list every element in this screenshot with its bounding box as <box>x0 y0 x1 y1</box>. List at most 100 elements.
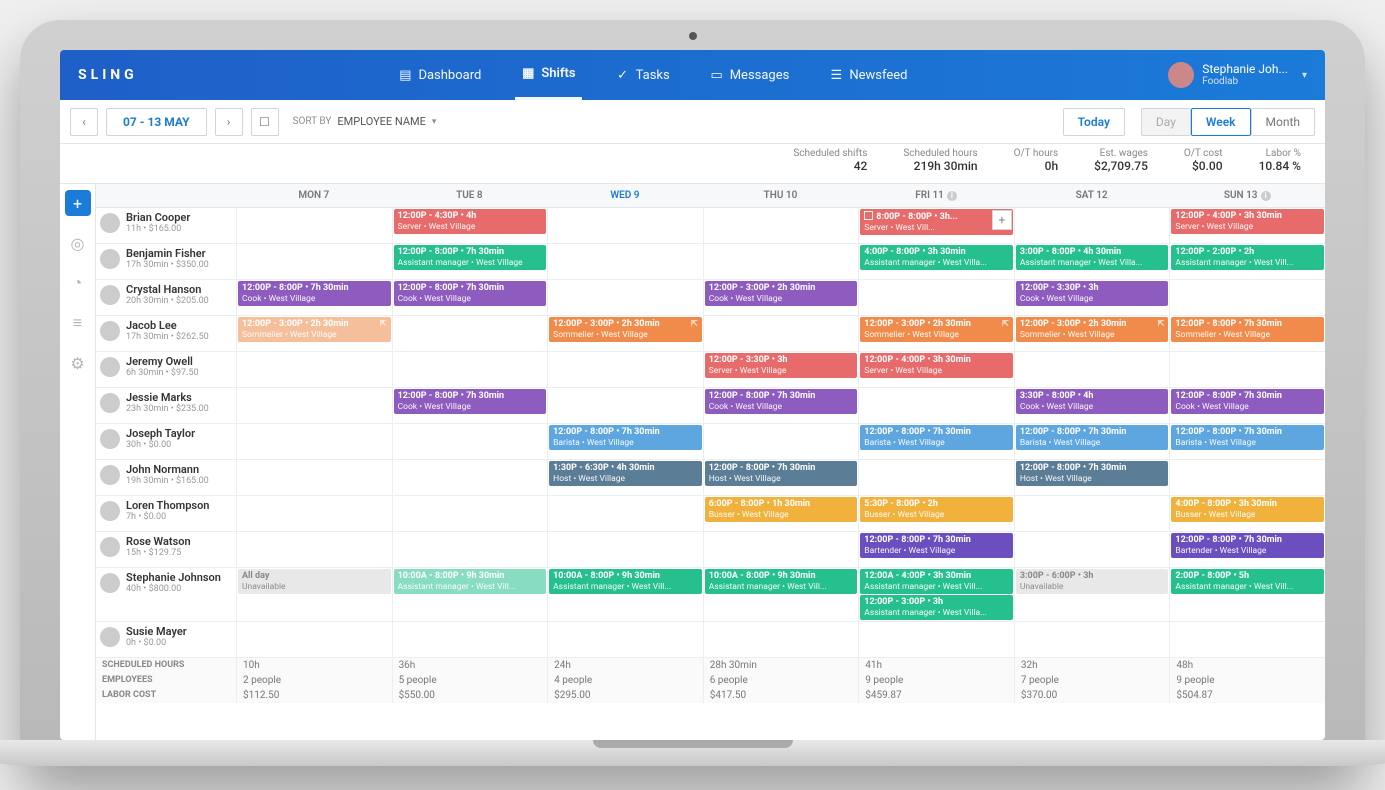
employee-info-cell[interactable]: Benjamin Fisher 17h 30min • $350.00 <box>96 244 236 279</box>
pin-icon-button[interactable]: ◎ <box>65 230 91 256</box>
employee-info-cell[interactable]: Susie Mayer 0h • $0.00 <box>96 622 236 657</box>
day-cell[interactable] <box>547 208 703 243</box>
shift-block[interactable]: 12:00P - 8:00P • 7h 30min Cook • West Vi… <box>705 389 858 414</box>
day-header-thu-10[interactable]: THU 10 <box>703 184 859 207</box>
day-cell[interactable] <box>236 622 392 657</box>
next-week-button[interactable]: › <box>215 108 243 136</box>
shift-block[interactable]: 12:00P - 8:00P • 7h 30min Bartender • We… <box>1171 533 1324 558</box>
day-cell[interactable] <box>547 244 703 279</box>
day-cell[interactable]: 12:00P - 8:00P • 7h 30min Barista • West… <box>858 424 1014 459</box>
employee-info-cell[interactable]: Brian Cooper 11h • $165.00 <box>96 208 236 243</box>
shift-block[interactable]: 12:00P - 8:00P • 7h 30min Host • West Vi… <box>1016 461 1169 486</box>
nav-item-shifts[interactable]: ▦Shifts <box>515 50 581 100</box>
date-range-button[interactable]: 07 - 13 MAY <box>106 108 207 136</box>
day-cell[interactable]: 12:00P - 3:30P • 3h Server • West Villag… <box>703 352 859 387</box>
day-cell[interactable] <box>703 244 859 279</box>
user-menu[interactable]: Stephanie Joh... Foodlab ▾ <box>1168 62 1307 88</box>
day-cell[interactable] <box>1169 622 1325 657</box>
day-cell[interactable]: 10:00A - 8:00P • 9h 30min Assistant mana… <box>547 568 703 621</box>
day-cell[interactable]: 12:00A - 4:00P • 3h 30min Assistant mana… <box>858 568 1014 621</box>
day-cell[interactable] <box>236 460 392 495</box>
day-cell[interactable] <box>1169 280 1325 315</box>
day-cell[interactable]: 12:00P - 8:00P • 7h 30min Cook • West Vi… <box>703 388 859 423</box>
day-cell[interactable] <box>1014 622 1170 657</box>
day-cell[interactable] <box>236 208 392 243</box>
employee-info-cell[interactable]: Jessie Marks 23h 30min • $235.00 <box>96 388 236 423</box>
add-shift-button[interactable]: + <box>992 210 1012 230</box>
day-cell[interactable]: 10:00A - 8:00P • 9h 30min Assistant mana… <box>703 568 859 621</box>
shift-block[interactable]: 10:00A - 8:00P • 9h 30min Assistant mana… <box>394 569 547 594</box>
shift-block[interactable]: 3:00P - 6:00P • 3h Unavailable <box>1016 569 1169 594</box>
day-cell[interactable]: 12:00P - 3:00P • 2h 30min Cook • West Vi… <box>703 280 859 315</box>
day-cell[interactable]: 1:30P - 6:30P • 4h 30min Host • West Vil… <box>547 460 703 495</box>
shift-block[interactable]: 12:00P - 8:00P • 7h 30min Cook • West Vi… <box>1171 389 1324 414</box>
day-header-sat-12[interactable]: SAT 12 <box>1014 184 1170 207</box>
settings-icon-button[interactable]: ⚙ <box>65 350 91 376</box>
shift-block[interactable]: 3:30P - 8:00P • 4h Cook • West Village <box>1016 389 1169 414</box>
day-cell[interactable]: 8:00P - 8:00P • 3h... Server • West Vill… <box>858 208 1014 243</box>
shift-block[interactable]: 12:00P - 3:00P • 2h 30min⇱ Sommelier • W… <box>238 317 391 342</box>
day-cell[interactable] <box>858 622 1014 657</box>
employee-info-cell[interactable]: Jeremy Owell 6h 30min • $97.50 <box>96 352 236 387</box>
shift-block[interactable]: All day Unavailable <box>238 569 391 594</box>
day-cell[interactable] <box>858 280 1014 315</box>
employee-info-cell[interactable]: Joseph Taylor 30h • $0.00 <box>96 424 236 459</box>
day-cell[interactable] <box>547 388 703 423</box>
day-cell[interactable]: 12:00P - 8:00P • 7h 30min Cook • West Vi… <box>392 388 548 423</box>
day-cell[interactable] <box>1014 532 1170 567</box>
today-button[interactable]: Today <box>1063 108 1125 136</box>
shift-block[interactable]: 5:30P - 8:00P • 2h Busser • West Village <box>860 497 1013 522</box>
shift-block[interactable]: 12:00P - 8:00P • 7h 30min Sommelier • We… <box>1171 317 1324 342</box>
sort-by-control[interactable]: SORT BY EMPLOYEE NAME ▾ <box>293 115 437 128</box>
day-cell[interactable] <box>703 532 859 567</box>
day-cell[interactable]: 12:00P - 4:30P • 4h Server • West Villag… <box>392 208 548 243</box>
shift-block[interactable]: 12:00P - 8:00P • 7h 30min Bartender • We… <box>860 533 1013 558</box>
day-cell[interactable]: 4:00P - 8:00P • 3h 30min Busser • West V… <box>1169 496 1325 531</box>
day-cell[interactable]: 12:00P - 3:00P • 2h 30min⇱ Sommelier • W… <box>547 316 703 351</box>
shift-block[interactable]: 12:00P - 3:00P • 2h 30min⇱ Sommelier • W… <box>1016 317 1169 342</box>
shift-block[interactable]: 12:00P - 8:00P • 7h 30min Host • West Vi… <box>705 461 858 486</box>
day-cell[interactable]: 12:00P - 8:00P • 7h 30min Barista • West… <box>1169 424 1325 459</box>
day-cell[interactable] <box>547 352 703 387</box>
shift-block[interactable]: 8:00P - 8:00P • 3h... Server • West Vill… <box>860 209 1013 235</box>
day-cell[interactable]: 12:00P - 8:00P • 7h 30min Bartender • We… <box>858 532 1014 567</box>
day-cell[interactable] <box>236 352 392 387</box>
day-cell[interactable]: 12:00P - 3:00P • 2h 30min⇱ Sommelier • W… <box>1014 316 1170 351</box>
day-cell[interactable] <box>1014 352 1170 387</box>
day-cell[interactable]: 3:30P - 8:00P • 4h Cook • West Village <box>1014 388 1170 423</box>
day-cell[interactable] <box>392 352 548 387</box>
shift-block[interactable]: 6:00P - 8:00P • 1h 30min Busser • West V… <box>705 497 858 522</box>
day-cell[interactable] <box>703 622 859 657</box>
shift-block[interactable]: 12:00P - 3:00P • 2h 30min Cook • West Vi… <box>705 281 858 306</box>
shift-block[interactable]: 2:00P - 8:00P • 5h Assistant manager • W… <box>1171 569 1324 594</box>
shift-block[interactable]: 12:00P - 4:00P • 3h 30min Server • West … <box>860 353 1013 378</box>
day-cell[interactable] <box>392 622 548 657</box>
shift-block[interactable]: 4:00P - 8:00P • 3h 30min Assistant manag… <box>860 245 1013 270</box>
day-cell[interactable] <box>858 388 1014 423</box>
shift-block[interactable]: 12:00P - 3:30P • 3h Server • West Villag… <box>705 353 858 378</box>
day-header-tue-8[interactable]: TUE 8 <box>392 184 548 207</box>
list-icon-button[interactable]: ≡ <box>65 310 91 336</box>
nav-item-tasks[interactable]: ✓Tasks <box>610 50 676 100</box>
day-cell[interactable] <box>547 622 703 657</box>
view-month-button[interactable]: Month <box>1251 108 1315 136</box>
shift-block[interactable]: 12:00P - 3:00P • 2h 30min⇱ Sommelier • W… <box>549 317 702 342</box>
day-cell[interactable]: 12:00P - 8:00P • 7h 30min Sommelier • We… <box>1169 316 1325 351</box>
day-cell[interactable]: 6:00P - 8:00P • 1h 30min Busser • West V… <box>703 496 859 531</box>
shift-block[interactable]: 10:00A - 8:00P • 9h 30min Assistant mana… <box>705 569 858 594</box>
day-cell[interactable]: 12:00P - 8:00P • 7h 30min Cook • West Vi… <box>1169 388 1325 423</box>
day-header-mon-7[interactable]: MON 7 <box>236 184 392 207</box>
day-cell[interactable] <box>236 244 392 279</box>
day-cell[interactable] <box>1014 208 1170 243</box>
employee-info-cell[interactable]: Jacob Lee 17h 30min • $262.50 <box>96 316 236 351</box>
day-cell[interactable]: 3:00P - 8:00P • 4h 30min Assistant manag… <box>1014 244 1170 279</box>
day-cell[interactable]: 12:00P - 2:00P • 2h Assistant manager • … <box>1169 244 1325 279</box>
day-cell[interactable]: 5:30P - 8:00P • 2h Busser • West Village <box>858 496 1014 531</box>
day-cell[interactable]: All day Unavailable <box>236 568 392 621</box>
day-cell[interactable] <box>547 532 703 567</box>
day-cell[interactable] <box>236 496 392 531</box>
nav-item-dashboard[interactable]: ▤Dashboard <box>392 50 487 100</box>
shift-block[interactable]: 3:00P - 8:00P • 4h 30min Assistant manag… <box>1016 245 1169 270</box>
day-cell[interactable]: 4:00P - 8:00P • 3h 30min Assistant manag… <box>858 244 1014 279</box>
clock-icon-button[interactable]: ◔ <box>65 270 91 296</box>
